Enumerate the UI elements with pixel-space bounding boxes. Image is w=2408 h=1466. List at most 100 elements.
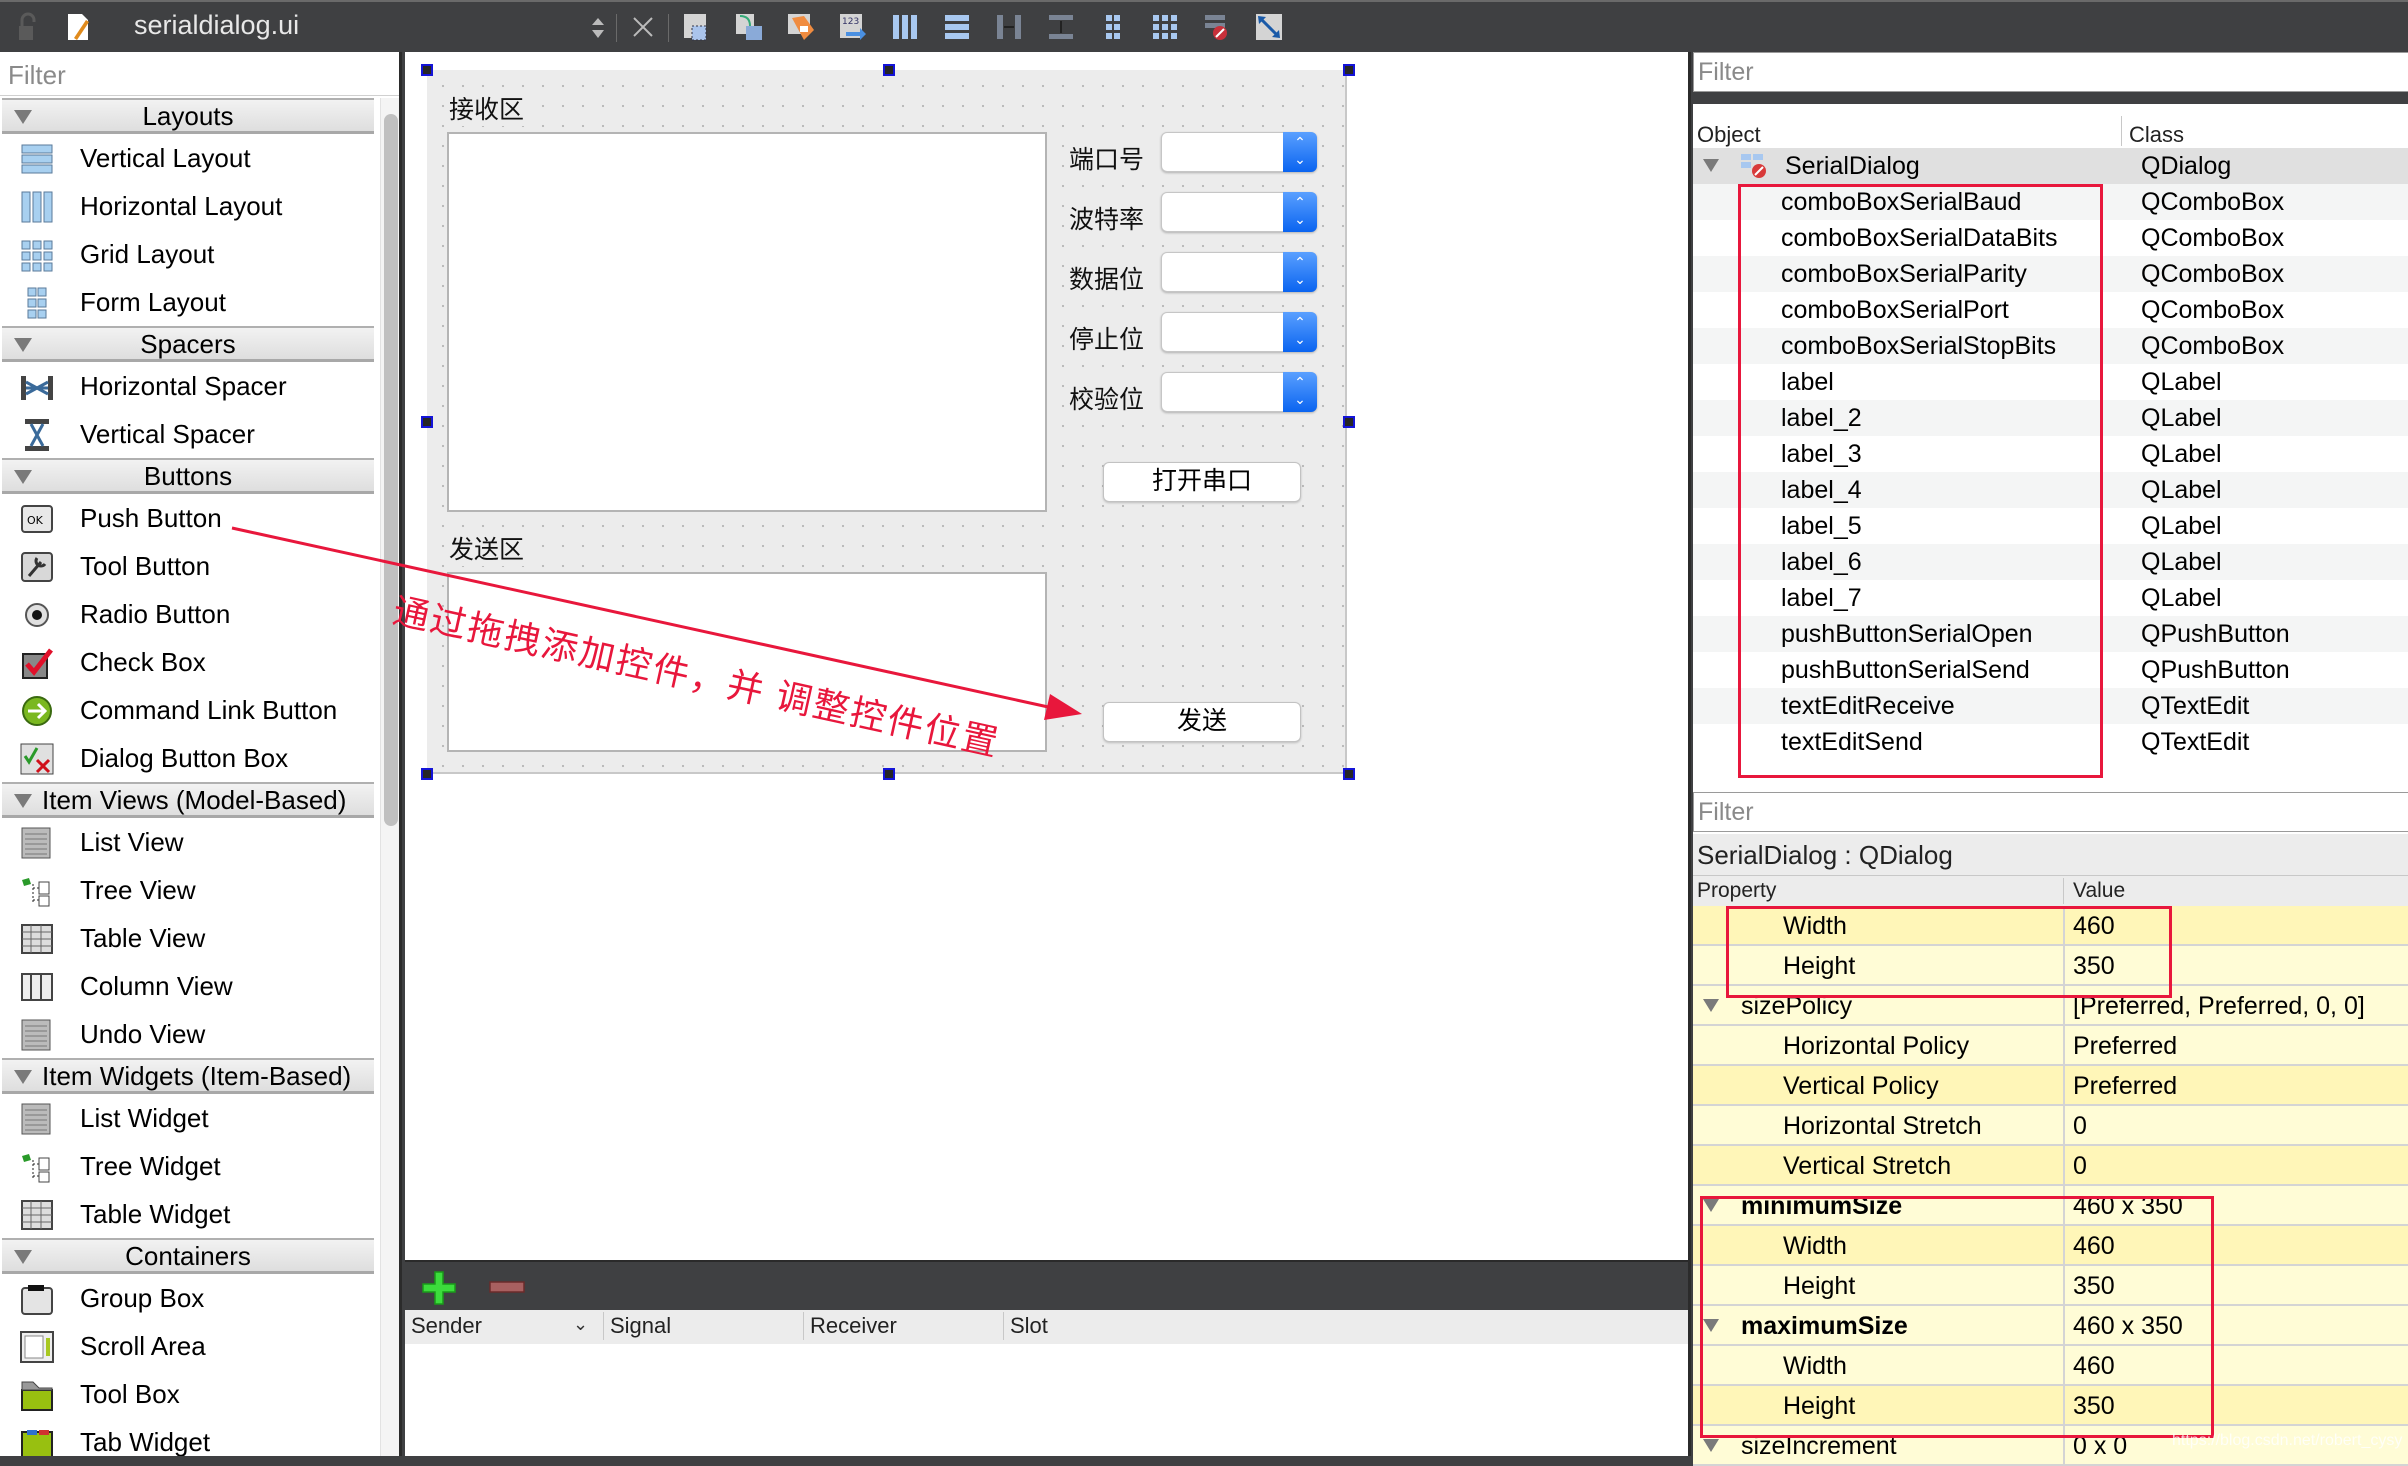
expand-triangle-icon[interactable] bbox=[14, 794, 32, 808]
widget-item[interactable]: Undo View bbox=[2, 1010, 374, 1058]
combobox-arrows-icon[interactable]: ⌃ ⌄ bbox=[1283, 252, 1317, 292]
widget-item[interactable]: Tab Widget bbox=[2, 1418, 374, 1456]
widget-item[interactable]: Column View bbox=[2, 962, 374, 1010]
layout-vertical-splitter-icon[interactable] bbox=[1046, 12, 1076, 42]
widget-item[interactable]: OK Push Button bbox=[2, 494, 374, 542]
open-serial-button[interactable]: 打开串口 bbox=[1103, 462, 1301, 502]
resize-handle-bottom[interactable] bbox=[883, 768, 895, 780]
widget-item[interactable]: Horizontal Layout bbox=[2, 182, 374, 230]
object-row-root[interactable]: SerialDialog QDialog bbox=[1693, 148, 2408, 184]
expand-triangle-icon[interactable] bbox=[14, 1250, 32, 1264]
combobox-arrows-icon[interactable]: ⌃ ⌄ bbox=[1283, 372, 1317, 412]
resize-handle-top-left[interactable] bbox=[421, 64, 433, 76]
category-header[interactable]: Item Views (Model-Based) bbox=[2, 782, 374, 818]
widget-item[interactable]: Table Widget bbox=[2, 1190, 374, 1238]
setting-combobox[interactable]: ⌃ ⌄ bbox=[1161, 252, 1317, 292]
widget-item[interactable]: Radio Button bbox=[2, 590, 374, 638]
category-header[interactable]: Layouts bbox=[2, 98, 374, 134]
remove-connection-icon[interactable] bbox=[489, 1280, 525, 1294]
widget-item[interactable]: Scroll Area bbox=[2, 1322, 374, 1370]
edit-widgets-icon[interactable] bbox=[682, 12, 712, 42]
widget-item[interactable]: Tool Box bbox=[2, 1370, 374, 1418]
edit-buddies-icon[interactable] bbox=[786, 12, 816, 42]
sort-chevron-icon[interactable]: ⌄ bbox=[573, 1314, 588, 1335]
widget-item[interactable]: Command Link Button bbox=[2, 686, 374, 734]
setting-combobox[interactable]: ⌃ ⌄ bbox=[1161, 372, 1317, 412]
collapse-triangle-icon[interactable] bbox=[1703, 159, 1719, 172]
setting-combobox[interactable]: ⌃ ⌄ bbox=[1161, 132, 1317, 172]
expand-triangle-icon[interactable] bbox=[14, 110, 32, 124]
widget-item[interactable]: Vertical Spacer bbox=[2, 410, 374, 458]
category-header[interactable]: Item Widgets (Item-Based) bbox=[2, 1058, 374, 1094]
category-header[interactable]: Containers bbox=[2, 1238, 374, 1274]
break-layout-icon[interactable] bbox=[1202, 12, 1232, 42]
widget-item[interactable]: Tree View bbox=[2, 866, 374, 914]
property-row[interactable]: Horizontal Stretch 0 bbox=[1693, 1106, 2408, 1146]
send-button[interactable]: 发送 bbox=[1103, 702, 1301, 742]
expand-triangle-icon[interactable] bbox=[14, 338, 32, 352]
column-signal[interactable]: Signal bbox=[603, 1312, 803, 1340]
widget-item[interactable]: List View bbox=[2, 818, 374, 866]
lock-icon[interactable] bbox=[16, 12, 40, 42]
scrollbar-thumb[interactable] bbox=[384, 114, 398, 826]
property-value[interactable]: 0 bbox=[2063, 1146, 2087, 1186]
widget-item[interactable]: Tool Button bbox=[2, 542, 374, 590]
widget-item[interactable]: Check Box bbox=[2, 638, 374, 686]
resize-handle-top[interactable] bbox=[883, 64, 895, 76]
object-filter-input[interactable]: Filter bbox=[1693, 52, 2408, 92]
resize-handle-right[interactable] bbox=[1343, 416, 1355, 428]
resize-handle-bottom-left[interactable] bbox=[421, 768, 433, 780]
property-row[interactable]: Vertical Stretch 0 bbox=[1693, 1146, 2408, 1186]
column-receiver[interactable]: Receiver bbox=[803, 1312, 1003, 1340]
resize-handle-top-right[interactable] bbox=[1343, 64, 1355, 76]
setting-combobox[interactable]: ⌃ ⌄ bbox=[1161, 312, 1317, 352]
combobox-arrows-icon[interactable]: ⌃ ⌄ bbox=[1283, 192, 1317, 232]
column-object[interactable]: Object bbox=[1697, 122, 1761, 148]
widget-item[interactable]: Vertical Layout bbox=[2, 134, 374, 182]
property-row[interactable]: Vertical Policy Preferred bbox=[1693, 1066, 2408, 1106]
add-connection-icon[interactable] bbox=[421, 1270, 457, 1306]
resize-handle-bottom-right[interactable] bbox=[1343, 768, 1355, 780]
resize-handle-left[interactable] bbox=[421, 416, 433, 428]
expand-triangle-icon[interactable] bbox=[14, 1070, 32, 1084]
text-edit-receive[interactable] bbox=[447, 132, 1047, 512]
edit-signals-slots-icon[interactable] bbox=[734, 12, 764, 42]
setting-combobox[interactable]: ⌃ ⌄ bbox=[1161, 192, 1317, 232]
table-widget-icon bbox=[21, 1200, 53, 1230]
up-down-arrows-icon[interactable] bbox=[590, 12, 606, 42]
layout-horizontal-icon[interactable] bbox=[890, 12, 920, 42]
layout-horizontal-splitter-icon[interactable] bbox=[994, 12, 1024, 42]
widget-item[interactable]: Group Box bbox=[2, 1274, 374, 1322]
widget-filter-input[interactable]: Filter bbox=[0, 52, 399, 96]
column-class[interactable]: Class bbox=[2129, 122, 2184, 148]
widget-item[interactable]: List Widget bbox=[2, 1094, 374, 1142]
property-filter-input[interactable]: Filter bbox=[1693, 792, 2408, 832]
category-header[interactable]: Spacers bbox=[2, 326, 374, 362]
property-value[interactable]: 0 bbox=[2063, 1106, 2087, 1146]
widget-item[interactable]: Dialog Button Box bbox=[2, 734, 374, 782]
combobox-arrows-icon[interactable]: ⌃ ⌄ bbox=[1283, 312, 1317, 352]
widget-item[interactable]: Grid Layout bbox=[2, 230, 374, 278]
widget-box-scrollbar[interactable] bbox=[380, 98, 399, 1456]
adjust-size-icon[interactable] bbox=[1254, 12, 1284, 42]
layout-vertical-icon[interactable] bbox=[942, 12, 972, 42]
category-header[interactable]: Buttons bbox=[2, 458, 374, 494]
layout-grid-icon[interactable] bbox=[1150, 12, 1180, 42]
column-value[interactable]: Value bbox=[2073, 876, 2125, 906]
layout-form-icon[interactable] bbox=[1098, 12, 1128, 42]
widget-item[interactable]: Tree Widget bbox=[2, 1142, 374, 1190]
property-value[interactable]: Preferred bbox=[2063, 1026, 2177, 1066]
property-row[interactable]: Horizontal Policy Preferred bbox=[1693, 1026, 2408, 1066]
close-icon[interactable] bbox=[628, 12, 658, 42]
widget-item[interactable]: Horizontal Spacer bbox=[2, 362, 374, 410]
edit-tab-order-icon[interactable]: 123 bbox=[838, 12, 868, 42]
expand-triangle-icon[interactable] bbox=[1703, 999, 1719, 1012]
expand-triangle-icon[interactable] bbox=[14, 470, 32, 484]
column-slot[interactable]: Slot bbox=[1003, 1312, 1203, 1340]
combobox-arrows-icon[interactable]: ⌃ ⌄ bbox=[1283, 132, 1317, 172]
property-value[interactable]: Preferred bbox=[2063, 1066, 2177, 1106]
widget-item[interactable]: Table View bbox=[2, 914, 374, 962]
expand-triangle-icon[interactable] bbox=[1703, 1439, 1719, 1452]
widget-item[interactable]: Form Layout bbox=[2, 278, 374, 326]
column-property[interactable]: Property bbox=[1697, 876, 1776, 906]
